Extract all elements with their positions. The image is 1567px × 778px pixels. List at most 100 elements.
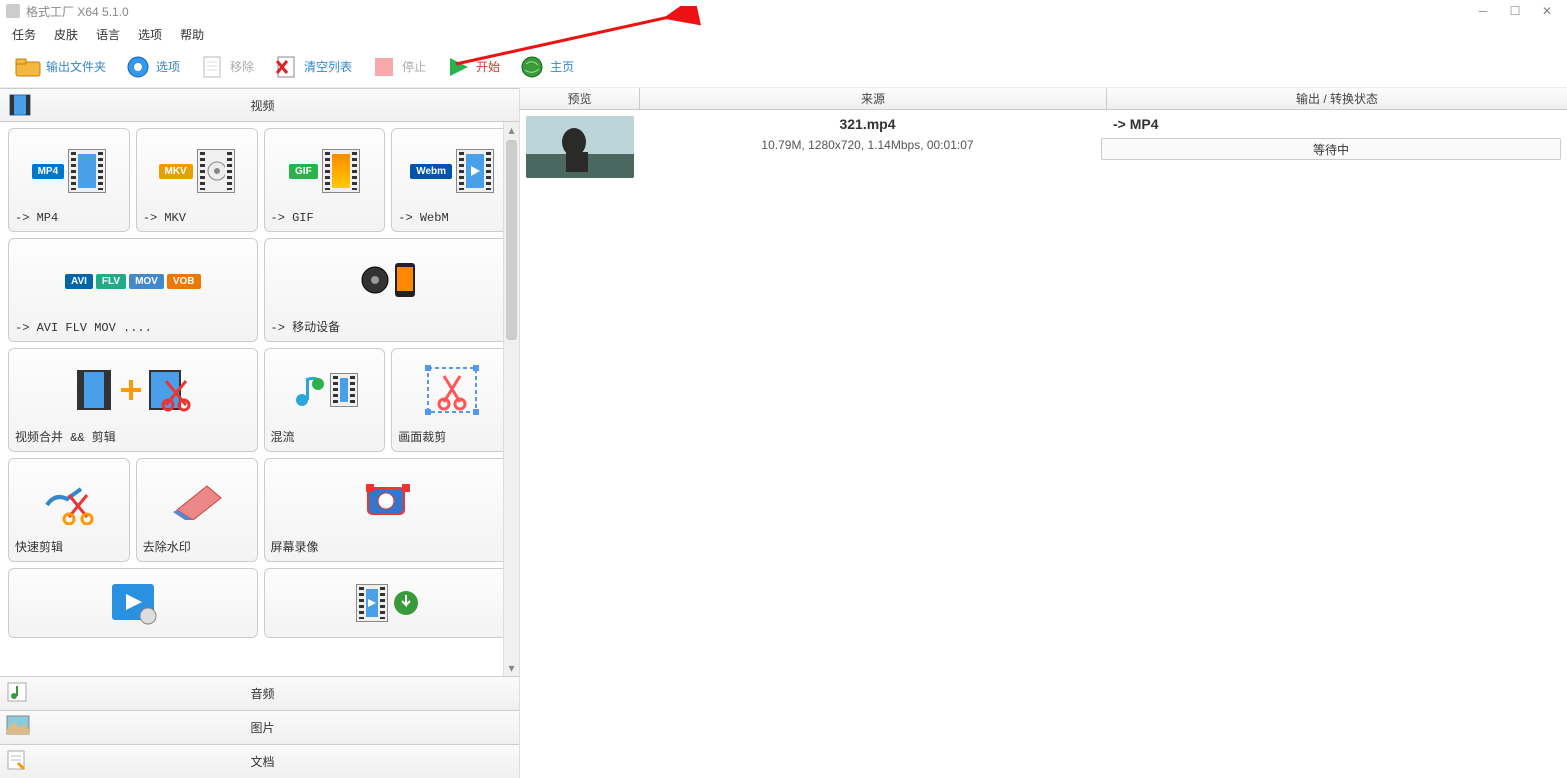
minimize-button[interactable]: ─ [1469,2,1497,20]
mov-badge: MOV [129,274,164,289]
tile-download[interactable] [264,568,514,638]
task-columns-header: 预览 来源 输出 / 转换状态 [520,88,1567,110]
menu-language[interactable]: 语言 [96,26,120,43]
tile-merge-edit[interactable]: 视频合并 && 剪辑 [8,348,258,452]
close-button[interactable]: ✕ [1533,2,1561,20]
section-video-label: 视频 [40,97,519,114]
tile-avi-etc[interactable]: AVI FLV MOV VOB -> AVI FLV MOV .... [8,238,258,342]
tile-screen-record[interactable]: 屏幕录像 [264,458,514,562]
task-filename: 321.mp4 [634,116,1101,132]
tile-mp4[interactable]: MP4 -> MP4 [8,128,130,232]
output-folder-button[interactable]: 输出文件夹 [8,51,112,83]
options-button[interactable]: 选项 [118,51,186,83]
remove-label: 移除 [230,58,254,75]
scroll-up-icon[interactable]: ▴ [504,122,519,138]
task-panel: 预览 来源 输出 / 转换状态 321.mp4 10.79M, 1280x720… [520,88,1567,778]
play-thumb-icon [456,149,494,193]
task-status-label: 等待中 [1313,141,1349,158]
home-label: 主页 [550,58,574,75]
tile-mkv[interactable]: MKV -> MKV [136,128,258,232]
task-meta: 10.79M, 1280x720, 1.14Mbps, 00:01:07 [634,138,1101,152]
scroll-down-icon[interactable]: ▾ [504,660,519,676]
tile-gif-label: -> GIF [271,207,379,225]
stop-label: 停止 [402,58,426,75]
col-source[interactable]: 来源 [640,88,1107,109]
film-icon [6,92,34,118]
download-globe-icon [392,589,420,617]
titlebar: 格式工厂 X64 5.1.0 ─ ☐ ✕ [0,0,1567,22]
menu-help[interactable]: 帮助 [180,26,204,43]
stop-icon [370,53,398,81]
tile-avi-etc-label: -> AVI FLV MOV .... [15,317,251,335]
toolbar: 输出文件夹 选项 移除 清空列表 停止 开始 主页 [0,46,1567,88]
section-picture-label: 图片 [40,719,519,736]
gif-badge: GIF [289,164,318,179]
start-button[interactable]: 开始 [438,51,506,83]
webm-badge: Webm [410,164,452,179]
section-audio-label: 音频 [40,685,519,702]
col-preview[interactable]: 预览 [520,88,640,109]
vob-badge: VOB [167,274,201,289]
mkv-badge: MKV [159,164,193,179]
tile-remove-wm-label: 去除水印 [143,534,251,555]
play-icon [444,53,472,81]
home-button[interactable]: 主页 [512,51,580,83]
tile-mobile[interactable]: -> 移动设备 [264,238,514,342]
remove-button[interactable]: 移除 [192,51,260,83]
play-square-icon [106,580,160,626]
tile-mux[interactable]: 混流 [264,348,386,452]
tile-mobile-label: -> 移动设备 [271,314,507,335]
task-row[interactable]: 321.mp4 10.79M, 1280x720, 1.14Mbps, 00:0… [520,110,1567,178]
menu-options[interactable]: 选项 [138,26,162,43]
tile-webm-label: -> WebM [398,207,506,225]
picture-icon [6,715,34,741]
clear-list-button[interactable]: 清空列表 [266,51,358,83]
tile-merge-edit-label: 视频合并 && 剪辑 [15,424,251,445]
eraser-icon [167,480,227,520]
section-audio[interactable]: 音频 [0,676,519,710]
phone-icon [394,262,416,298]
task-status: 等待中 [1101,138,1561,160]
film-thumb-icon [68,149,106,193]
app-icon [6,4,20,18]
tile-remove-watermark[interactable]: 去除水印 [136,458,258,562]
globe-icon [518,53,546,81]
crop-scissors-icon [422,362,482,418]
running-scissors-icon [41,475,97,525]
tile-webm[interactable]: Webm -> WebM [391,128,513,232]
tile-gif[interactable]: GIF -> GIF [264,128,386,232]
tile-crop[interactable]: 画面裁剪 [391,348,513,452]
film-strip-icon [74,367,114,413]
col-output[interactable]: 输出 / 转换状态 [1107,88,1567,109]
maximize-button[interactable]: ☐ [1501,2,1529,20]
film-thumb-icon [330,373,358,407]
menu-skin[interactable]: 皮肤 [54,26,78,43]
folder-icon [14,53,42,81]
music-note-icon [290,372,326,408]
tile-mp4-label: -> MP4 [15,207,123,225]
sunset-icon [322,149,360,193]
video-format-grid: MP4 -> MP4 MKV -> MKV GIF -> GIF Webm ->… [8,128,513,638]
gear-icon [124,53,152,81]
clear-list-label: 清空列表 [304,58,352,75]
stop-button[interactable]: 停止 [364,51,432,83]
vertical-scrollbar[interactable]: ▴ ▾ [503,122,519,676]
section-document-label: 文档 [40,753,519,770]
tile-quick-trim[interactable]: 快速剪辑 [8,458,130,562]
scrollbar-thumb[interactable] [506,140,517,340]
document-icon [6,749,34,775]
menu-task[interactable]: 任务 [12,26,36,43]
plus-icon [118,377,144,403]
flv-badge: FLV [96,274,126,289]
disc-icon [197,149,235,193]
section-picture[interactable]: 图片 [0,710,519,744]
tile-player[interactable] [8,568,258,638]
avi-badge: AVI [65,274,93,289]
tile-screen-rec-label: 屏幕录像 [271,534,507,555]
menubar: 任务 皮肤 语言 选项 帮助 [0,22,1567,46]
output-folder-label: 输出文件夹 [46,58,106,75]
tile-crop-label: 画面裁剪 [398,424,506,445]
section-video[interactable]: 视频 [0,88,519,122]
section-document[interactable]: 文档 [0,744,519,778]
mp4-badge: MP4 [32,164,65,179]
